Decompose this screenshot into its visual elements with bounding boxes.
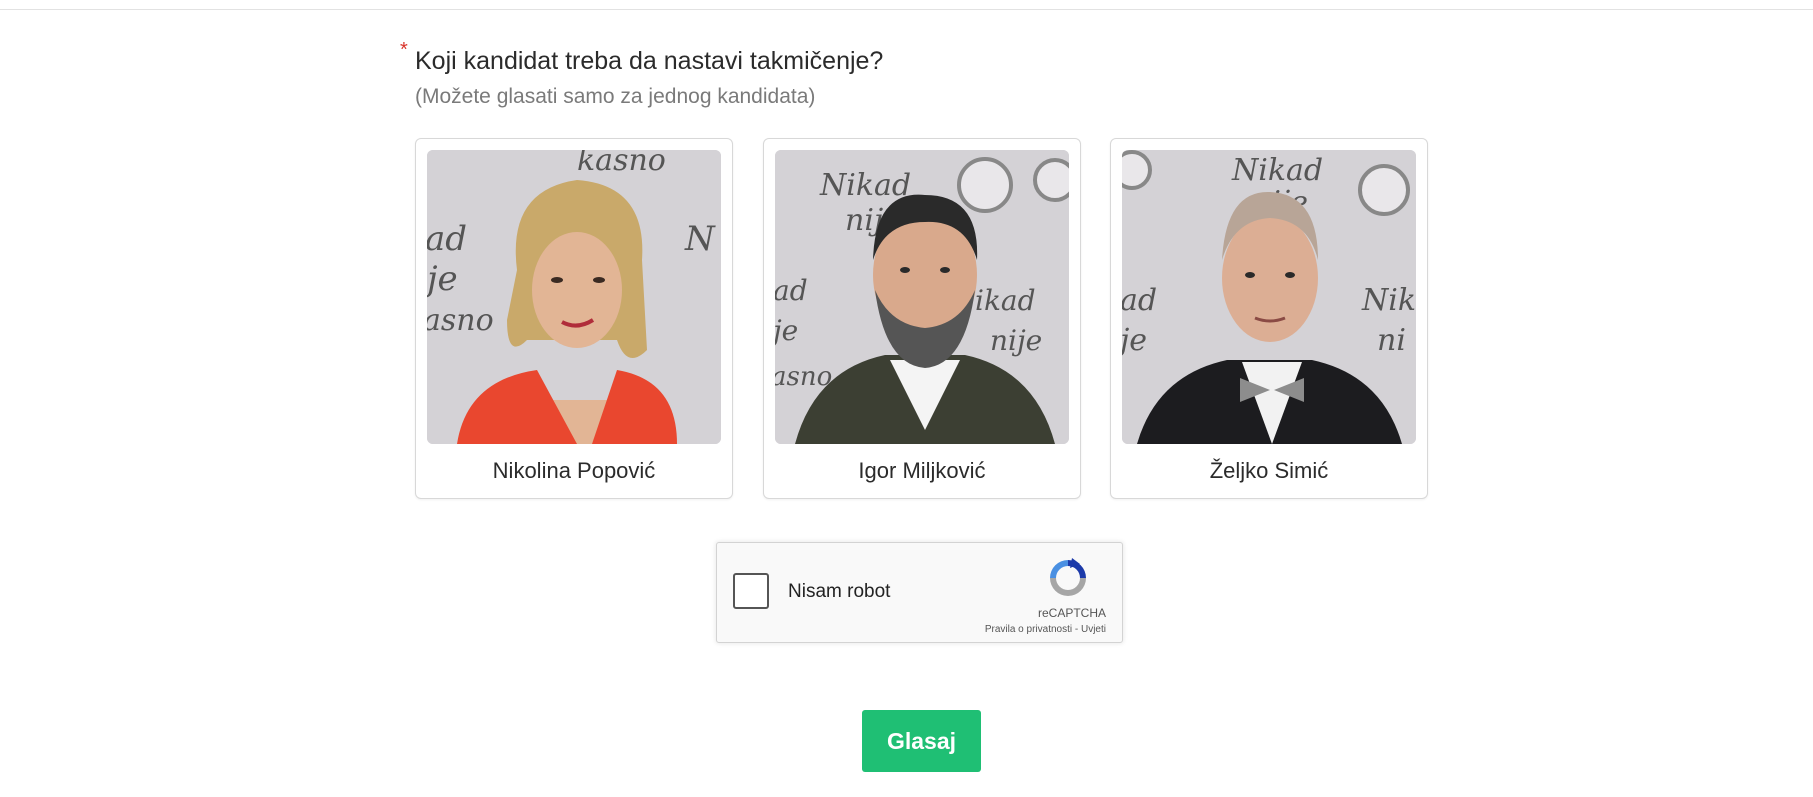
svg-text:ad: ad <box>1122 283 1157 318</box>
recaptcha-icon <box>1050 558 1086 596</box>
svg-text:je: je <box>1122 323 1147 358</box>
question-hint: (Možete glasati samo za jednog kandidata… <box>415 85 816 108</box>
candidate-card-igor-miljkovic[interactable]: Nikad nije ad je asno ikad nije Igor Mil… <box>763 138 1081 499</box>
candidate-photo: kasno ad je asno N <box>427 150 721 444</box>
candidate-photo: Nikad nije ad je asno ikad nije <box>775 150 1069 444</box>
svg-text:ni: ni <box>1377 323 1406 358</box>
svg-text:nije: nije <box>990 324 1042 357</box>
candidate-name: Željko Simić <box>1209 458 1329 483</box>
link-separator: - <box>1072 624 1081 635</box>
top-divider <box>0 0 1813 10</box>
vote-button[interactable]: Glasaj <box>862 710 981 772</box>
candidate-card-nikolina-popovic[interactable]: kasno ad je asno N Nikolina Popović <box>415 138 733 499</box>
svg-text:asno: asno <box>427 303 494 338</box>
svg-text:je: je <box>427 259 458 299</box>
candidate-photo: Nikad nije ad je Nik ni <box>1122 150 1416 444</box>
svg-text:Nik: Nik <box>1361 283 1416 318</box>
not-robot-label: Nisam robot <box>788 581 891 602</box>
candidate-name: Nikolina Popović <box>492 458 656 483</box>
svg-text:asno: asno <box>775 362 832 392</box>
svg-text:N: N <box>684 219 716 259</box>
svg-text:Nikad: Nikad <box>819 168 911 203</box>
required-asterisk: * <box>400 39 408 61</box>
privacy-link[interactable]: Pravila o privatnosti <box>985 624 1072 635</box>
svg-text:Nikad: Nikad <box>1231 153 1323 188</box>
svg-text:kasno: kasno <box>577 150 666 178</box>
question-title: Koji kandidat treba da nastavi takmičenj… <box>415 47 884 75</box>
not-robot-checkbox[interactable] <box>733 573 769 609</box>
candidate-card-zeljko-simic[interactable]: Nikad nije ad je Nik ni Željko Simić <box>1110 138 1428 499</box>
recaptcha-links: Pravila o privatnosti - Uvjeti <box>985 624 1106 635</box>
recaptcha-widget: Nisam robot reCAPTCHA Pravila o privatno… <box>716 542 1123 643</box>
svg-text:je: je <box>775 314 798 347</box>
recaptcha-brand: reCAPTCHA <box>1037 606 1106 620</box>
candidate-name: Igor Miljković <box>858 458 986 483</box>
svg-text:ad: ad <box>427 219 467 259</box>
terms-link[interactable]: Uvjeti <box>1081 624 1106 635</box>
svg-text:ad: ad <box>775 274 808 307</box>
svg-text:ikad: ikad <box>975 284 1036 317</box>
